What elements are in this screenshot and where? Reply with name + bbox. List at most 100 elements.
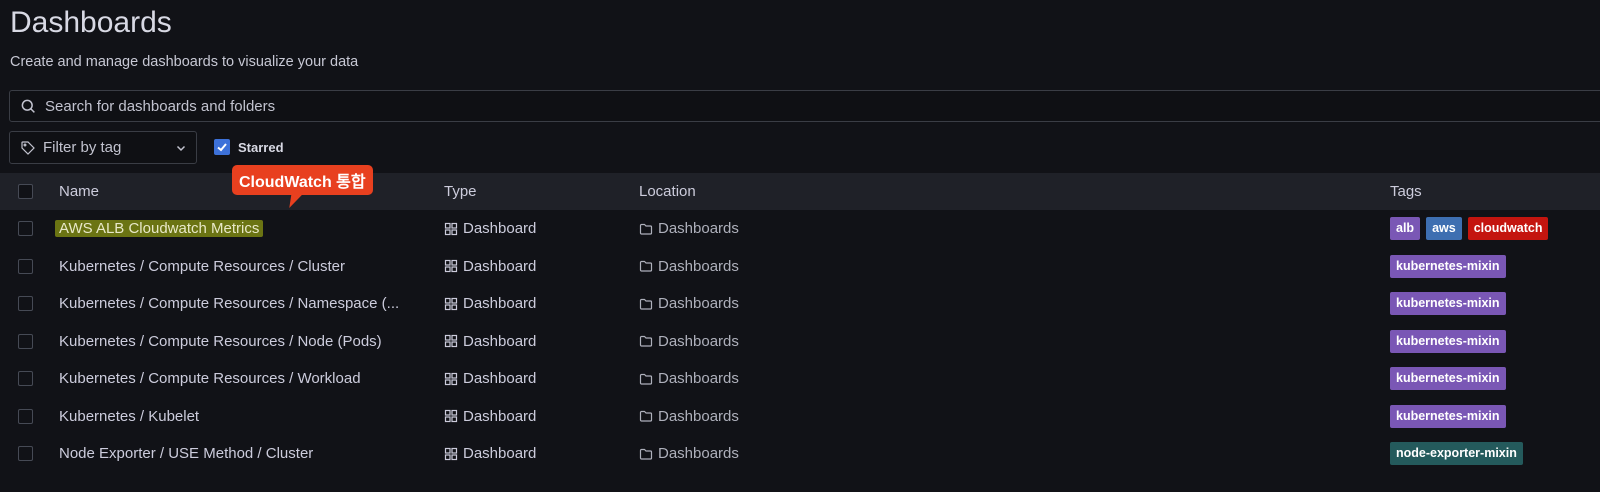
location-cell: Dashboards (639, 408, 739, 425)
folder-icon (639, 373, 653, 385)
location-cell: Dashboards (639, 258, 739, 275)
header-type: Type (444, 183, 477, 200)
dashboard-name-link[interactable]: Kubernetes / Compute Resources / Namespa… (59, 295, 399, 312)
type-cell: Dashboard (444, 408, 536, 425)
tag-badge[interactable]: alb (1390, 217, 1421, 240)
folder-icon (639, 298, 653, 310)
annotation-callout: CloudWatch 통합 (232, 165, 373, 195)
tags-cell: kubernetes-mixin (1390, 254, 1506, 278)
dashboard-name-link[interactable]: Node Exporter / USE Method / Cluster (59, 445, 313, 462)
dashboard-name-link[interactable]: Kubernetes / Compute Resources / Node (P… (59, 333, 382, 350)
folder-icon (639, 335, 653, 347)
location-cell: Dashboards (639, 220, 739, 237)
dashboard-table: Name Type Location Tags AWS ALB Cloudwat… (0, 173, 1600, 473)
dashboard-name-link[interactable]: Kubernetes / Kubelet (59, 408, 199, 425)
location-label: Dashboards (658, 295, 739, 312)
tag-badge[interactable]: kubernetes-mixin (1390, 254, 1506, 278)
starred-label: Starred (238, 139, 284, 155)
row-checkbox[interactable] (18, 408, 33, 424)
page-subtitle: Create and manage dashboards to visualiz… (10, 54, 359, 70)
tag-badge[interactable]: kubernetes-mixin (1390, 404, 1506, 428)
dashboard-name[interactable]: Kubernetes / Kubelet (59, 408, 199, 425)
type-cell: Dashboard (444, 445, 536, 462)
row-checkbox[interactable] (18, 446, 33, 461)
type-label: Dashboard (463, 407, 537, 425)
table-row[interactable]: AWS ALB Cloudwatch Metrics Dashboard Dashb… (0, 210, 1600, 248)
dashboard-name[interactable]: Kubernetes / Compute Resources / Cluster (59, 258, 345, 275)
type-cell: Dashboard (444, 258, 536, 275)
tag-badge[interactable]: kubernetes-mixin (1390, 292, 1506, 315)
row-checkbox[interactable] (18, 371, 33, 386)
tag-badge[interactable]: aws (1426, 217, 1462, 240)
row-checkbox[interactable] (18, 333, 33, 349)
type-cell: Dashboard (444, 333, 536, 350)
dashboard-grid-icon (444, 259, 458, 273)
search-input[interactable] (43, 96, 947, 116)
location-label: Dashboards (658, 407, 739, 425)
type-cell: Dashboard (444, 220, 536, 237)
type-label: Dashboard (463, 220, 537, 237)
chevron-down-icon (176, 145, 186, 152)
type-label: Dashboard (463, 257, 537, 275)
type-label: Dashboard (463, 295, 537, 312)
tag-filter-label: Filter by tag (43, 139, 122, 156)
table-row[interactable]: Kubernetes / Compute Resources / Cluster… (0, 248, 1600, 286)
tags-cell: kubernetes-mixin (1390, 292, 1506, 315)
table-row[interactable]: Kubernetes / Compute Resources / Node (P… (0, 323, 1600, 361)
tag-badge[interactable]: kubernetes-mixin (1390, 367, 1506, 390)
dashboard-name[interactable]: Kubernetes / Compute Resources / Node (P… (59, 333, 382, 350)
table-row[interactable]: Kubernetes / Kubelet Dashboard Dashboards k… (0, 398, 1600, 436)
folder-icon (639, 223, 653, 235)
dashboard-name[interactable]: Node Exporter / USE Method / Cluster (59, 445, 313, 462)
row-checkbox[interactable] (18, 296, 33, 311)
page-title: Dashboards (10, 6, 172, 39)
row-checkbox[interactable] (18, 258, 33, 274)
tags-cell: kubernetes-mixin (1390, 404, 1506, 428)
dashboard-grid-icon (444, 372, 458, 385)
location-label: Dashboards (658, 445, 739, 462)
header-name[interactable]: Name (59, 183, 99, 200)
dashboard-name-link[interactable]: Kubernetes / Compute Resources / Workloa… (59, 370, 361, 387)
dashboard-name-link[interactable]: AWS ALB Cloudwatch Metrics (55, 220, 264, 237)
tags-cell: kubernetes-mixin (1390, 367, 1506, 390)
table-row[interactable]: Kubernetes / Compute Resources / Workloa… (0, 360, 1600, 398)
location-cell: Dashboards (639, 445, 739, 462)
table-row[interactable]: Node Exporter / USE Method / Cluster Dash… (0, 435, 1600, 473)
dashboard-grid-icon (444, 447, 458, 460)
tags-cell: alb aws cloudwatch (1390, 217, 1549, 240)
tag-badge[interactable]: cloudwatch (1467, 217, 1549, 240)
starred-filter[interactable]: Starred (214, 139, 284, 155)
checkmark-icon (217, 143, 227, 152)
type-cell: Dashboard (444, 295, 536, 312)
search-icon (21, 99, 35, 113)
dashboard-grid-icon (444, 409, 458, 423)
location-cell: Dashboards (639, 295, 739, 312)
type-cell: Dashboard (444, 370, 536, 387)
dashboard-name[interactable]: AWS ALB Cloudwatch Metrics (55, 220, 264, 237)
header-location: Location (639, 183, 696, 200)
location-label: Dashboards (658, 332, 739, 350)
row-checkbox[interactable] (18, 221, 33, 236)
type-label: Dashboard (463, 370, 537, 387)
location-label: Dashboards (658, 220, 739, 237)
header-tags: Tags (1390, 183, 1422, 200)
dashboard-grid-icon (444, 222, 458, 235)
tag-badge[interactable]: node-exporter-mixin (1390, 442, 1523, 465)
tag-badge[interactable]: kubernetes-mixin (1390, 329, 1506, 353)
tags-cell: kubernetes-mixin (1390, 329, 1506, 353)
dashboard-name[interactable]: Kubernetes / Compute Resources / Workloa… (59, 370, 361, 387)
folder-icon (639, 260, 653, 272)
tag-icon (21, 140, 35, 155)
dashboard-grid-icon (444, 334, 458, 348)
dashboard-grid-icon (444, 297, 458, 310)
search-bar[interactable] (9, 90, 1600, 122)
folder-icon (639, 448, 653, 460)
table-row[interactable]: Kubernetes / Compute Resources / Namespa… (0, 285, 1600, 323)
select-all-checkbox[interactable] (18, 184, 33, 199)
dashboard-name-link[interactable]: Kubernetes / Compute Resources / Cluster (59, 258, 345, 275)
location-cell: Dashboards (639, 370, 739, 387)
dashboard-name[interactable]: Kubernetes / Compute Resources / Namespa… (59, 295, 399, 312)
starred-checkbox[interactable] (214, 139, 230, 155)
tag-filter-select[interactable]: Filter by tag (9, 131, 197, 164)
tags-cell: node-exporter-mixin (1390, 442, 1523, 465)
